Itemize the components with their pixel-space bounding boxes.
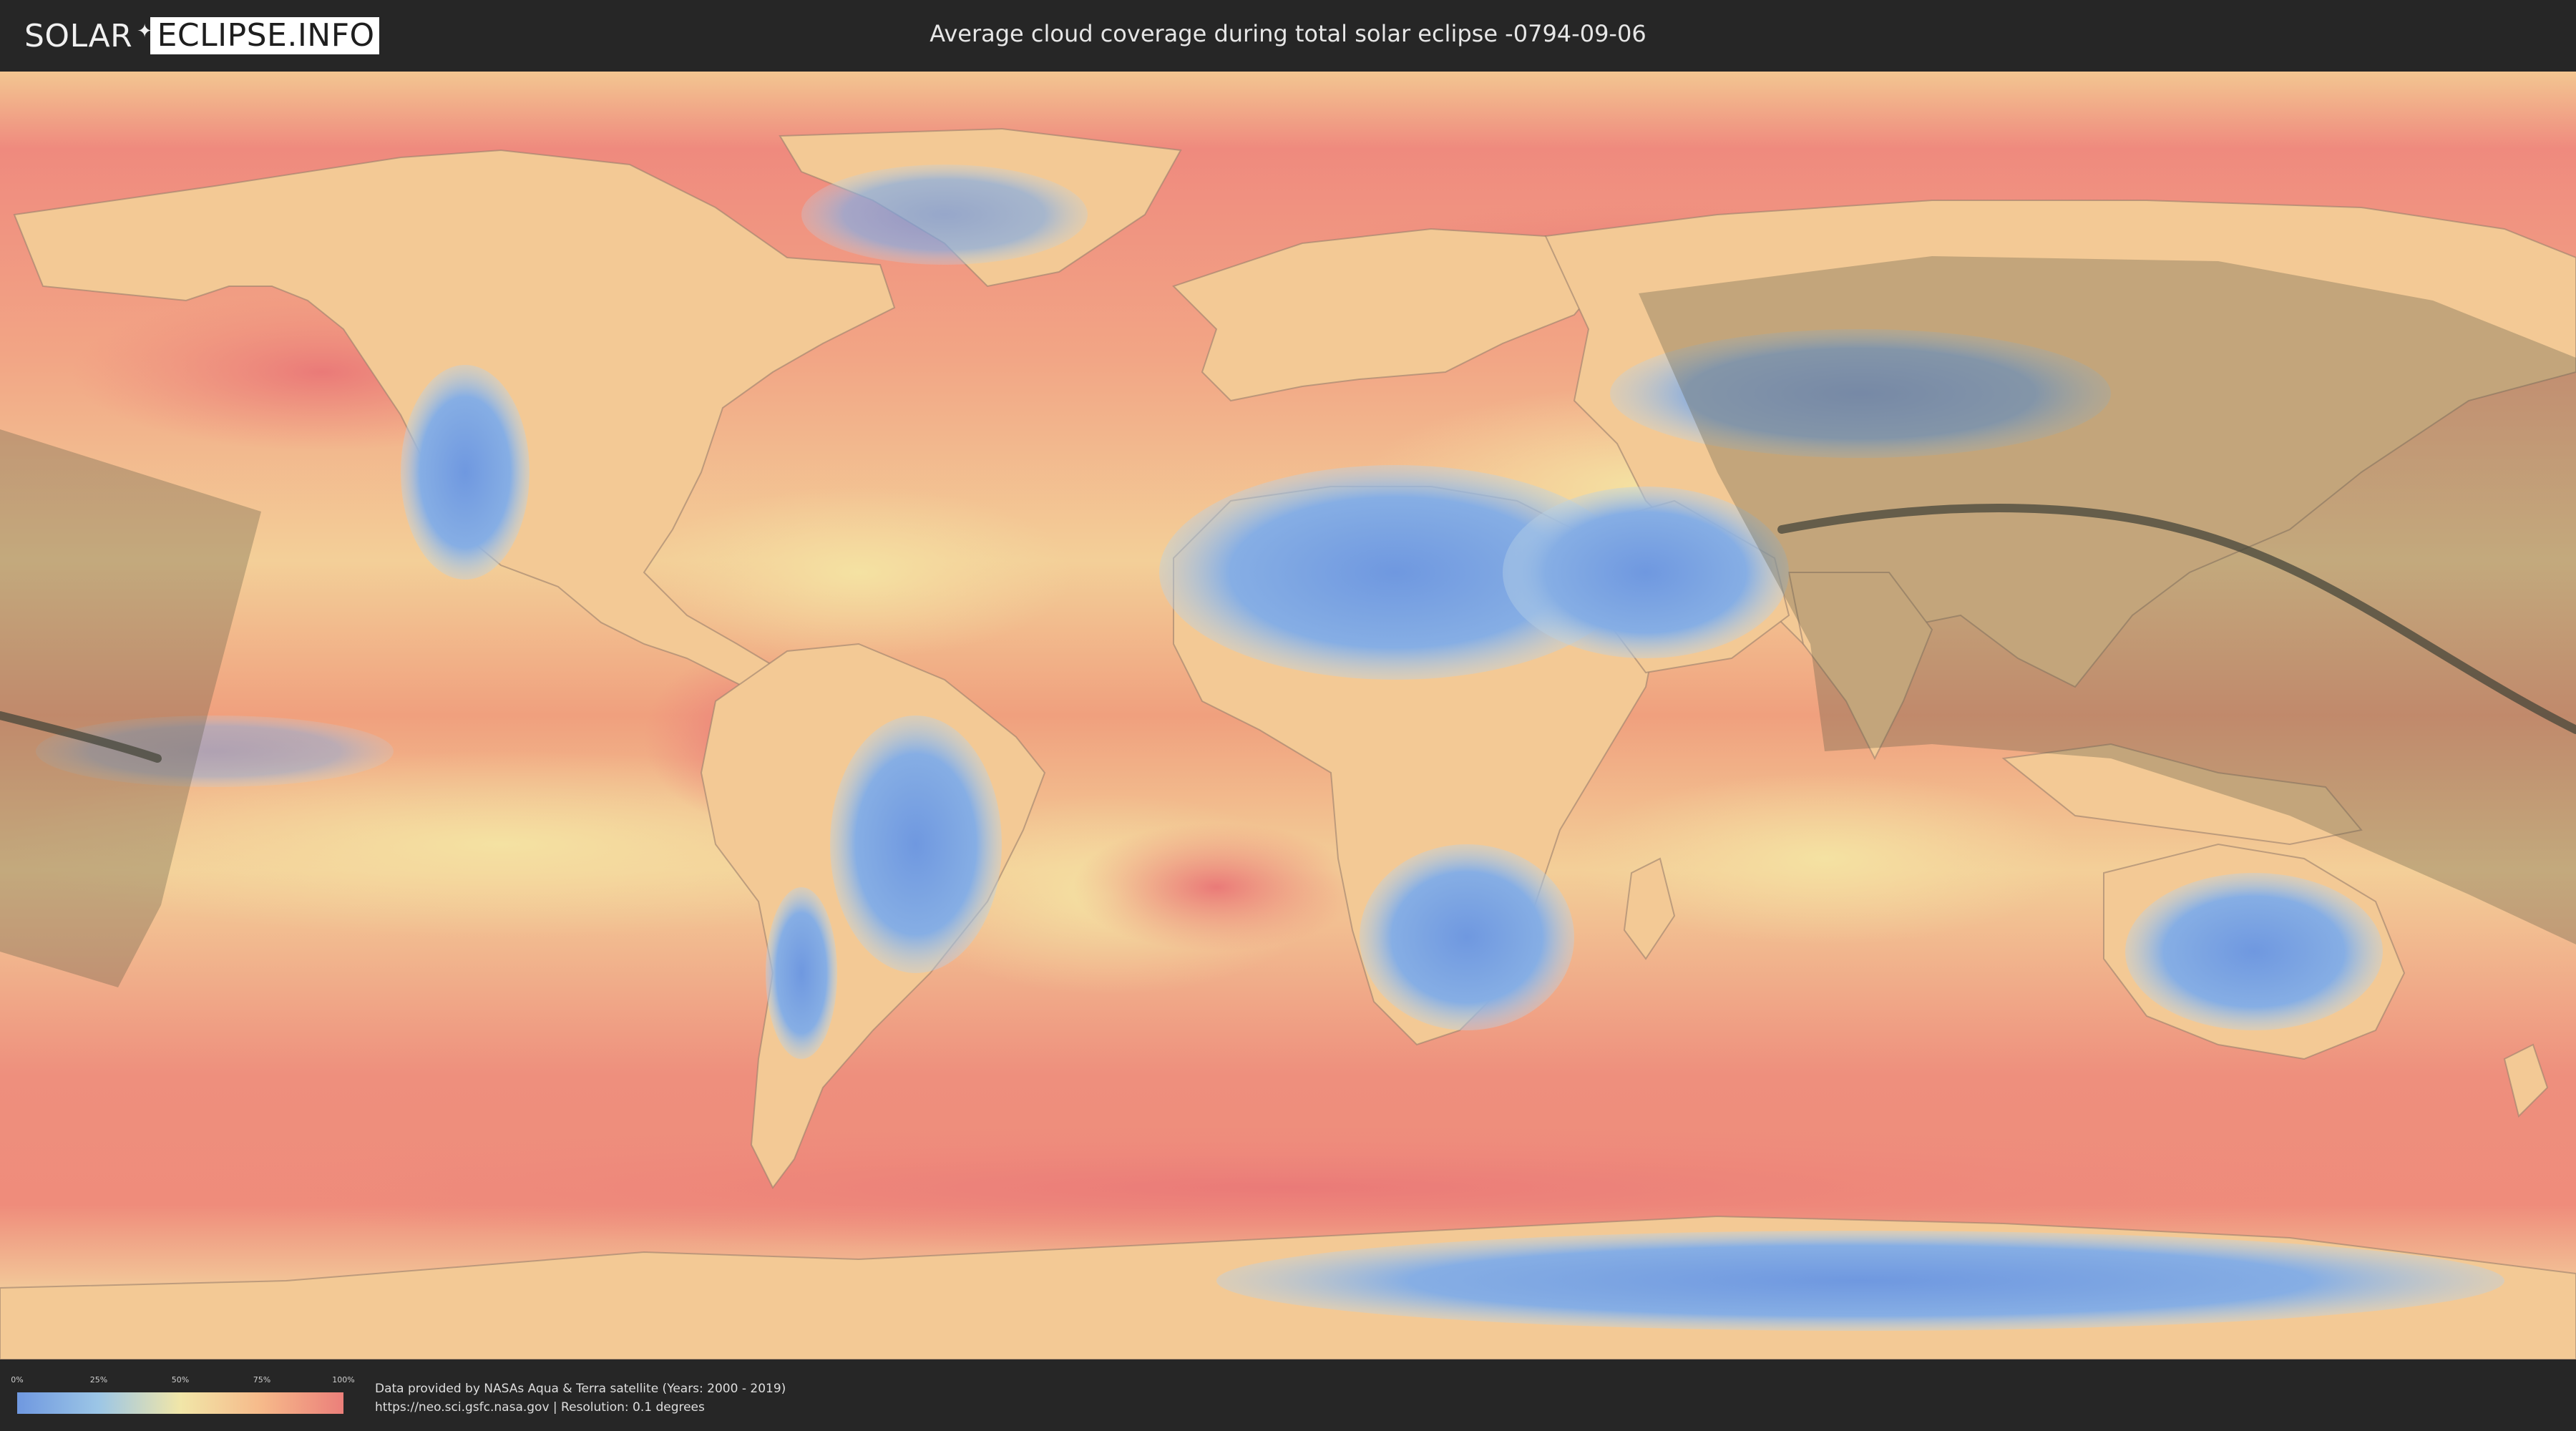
credits-line-1: Data provided by NASAs Aqua & Terra sate…: [375, 1382, 786, 1396]
antarctic-plateau-clear-region: [1216, 1231, 2504, 1331]
data-credits: Data provided by NASAs Aqua & Terra sate…: [375, 1379, 786, 1417]
southwest-us-clear-region: [401, 365, 530, 580]
legend-tick-50: 50%: [171, 1375, 190, 1384]
page-title: Average cloud coverage during total sola…: [930, 20, 1646, 47]
legend-tick-100: 100%: [332, 1375, 355, 1384]
legend-tick-75: 75%: [253, 1375, 271, 1384]
legend-color-bar: [17, 1392, 343, 1414]
footer-bar: 0% 25% 50% 75% 100% Data provided by NAS…: [0, 1359, 2576, 1431]
southern-africa-clear-region: [1360, 844, 1574, 1030]
legend-ticks: 0% 25% 50% 75% 100%: [11, 1375, 354, 1387]
legend-tick-25: 25%: [89, 1375, 108, 1384]
legend-tick-0: 0%: [11, 1375, 24, 1384]
credits-line-2: https://neo.sci.gsfc.nasa.gov | Resoluti…: [375, 1400, 705, 1415]
cloud-coverage-map: [0, 72, 2576, 1359]
brazil-clear-region: [830, 716, 1002, 973]
world-map-svg: [0, 72, 2576, 1359]
australia-clear-region: [2125, 873, 2383, 1030]
cloud-coverage-legend: 0% 25% 50% 75% 100%: [11, 1375, 355, 1417]
header-bar: SOLAR ✦ ECLIPSE.INFO Average cloud cover…: [0, 0, 2576, 72]
